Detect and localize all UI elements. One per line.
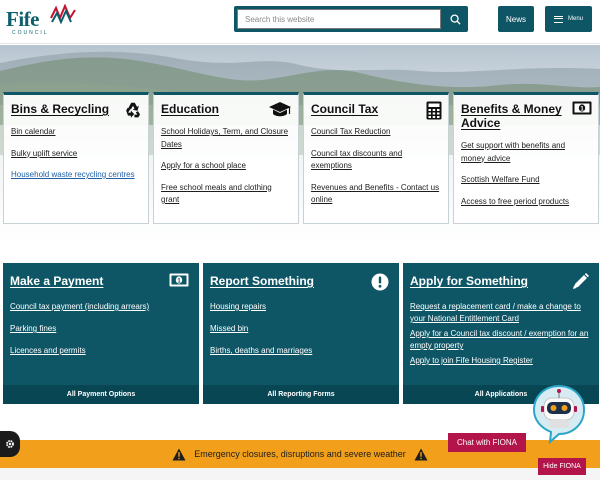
card-benefits-money-advice: Benefits & Money Advice 1 Get support wi… [453, 92, 599, 224]
banknote-icon: 1 [169, 273, 189, 287]
panel-link[interactable]: Request a replacement card / make a chan… [410, 301, 594, 325]
logo-subtext: COUNCIL [12, 30, 49, 36]
logo-text: Fife [6, 7, 39, 31]
panel-make-a-payment: Make a Payment 1 Council tax payment (in… [3, 263, 199, 404]
panel-apply-for-something: Apply for Something Request a replacemen… [403, 263, 599, 404]
card-link[interactable]: Revenues and Benefits - Contact us onlin… [311, 182, 441, 207]
panel-title[interactable]: Make a Payment [10, 274, 103, 288]
card-link[interactable]: School Holidays, Term, and Closure Dates [161, 126, 291, 151]
cookie-settings-button[interactable] [0, 431, 20, 457]
banknote-icon: 1 [572, 101, 592, 115]
card-education: Education School Holidays, Term, and Clo… [153, 92, 299, 224]
search-input[interactable] [237, 9, 441, 29]
logo-mark-icon [50, 4, 76, 25]
site-header: Fife COUNCIL News Menu [0, 0, 600, 44]
search-icon [450, 13, 461, 25]
panel-title[interactable]: Apply for Something [410, 274, 528, 288]
search-bar [234, 6, 468, 32]
hamburger-icon [553, 15, 563, 23]
card-link[interactable]: Bulky uplift service [11, 148, 141, 161]
alert-text: Emergency closures, disruptions and seve… [194, 449, 406, 459]
gear-icon [6, 440, 14, 448]
panel-report-something: Report Something Housing repairs Missed … [203, 263, 399, 404]
calculator-icon [426, 101, 442, 120]
card-bins-recycling: Bins & Recycling Bin calendar Bulky upli… [3, 92, 149, 224]
card-title[interactable]: Benefits & Money Advice [461, 102, 571, 130]
card-title[interactable]: Council Tax [311, 102, 421, 116]
card-link[interactable]: Council Tax Reduction [311, 126, 441, 139]
card-title[interactable]: Bins & Recycling [11, 102, 121, 116]
card-link[interactable]: Bin calendar [11, 126, 141, 139]
news-button[interactable]: News [498, 6, 534, 32]
card-link[interactable]: Scottish Welfare Fund [461, 174, 591, 187]
card-council-tax: Council Tax Council Tax Reduction Counci… [303, 92, 449, 224]
menu-button[interactable]: Menu [545, 6, 592, 32]
card-link[interactable]: Apply for a school place [161, 160, 291, 173]
card-title[interactable]: Education [161, 102, 271, 116]
exclamation-icon [371, 273, 389, 291]
chat-with-fiona-button[interactable]: Chat with FIONA [448, 433, 526, 452]
recycle-icon [126, 102, 141, 118]
panel-link[interactable]: Council tax payment (including arrears) [10, 301, 194, 313]
warning-icon [172, 448, 186, 460]
fife-council-logo[interactable]: Fife COUNCIL [6, 4, 76, 38]
card-link[interactable]: Get support with benefits and money advi… [461, 140, 591, 165]
panel-link[interactable]: Births, deaths and marriages [210, 345, 394, 357]
panel-link[interactable]: Apply for a Council tax discount / exemp… [410, 328, 594, 352]
graduation-cap-icon [269, 102, 291, 117]
panel-link[interactable]: Parking fines [10, 323, 194, 335]
hide-fiona-button[interactable]: Hide FIONA [538, 458, 586, 475]
card-link[interactable]: Council tax discounts and exemptions [311, 148, 441, 173]
footer-strip [0, 468, 600, 480]
search-button[interactable] [443, 6, 468, 32]
all-payment-options-link[interactable]: All Payment Options [3, 385, 199, 404]
all-reporting-forms-link[interactable]: All Reporting Forms [203, 385, 399, 404]
robot-avatar-icon [532, 384, 586, 445]
warning-icon [414, 448, 428, 460]
panel-link[interactable]: Licences and permits [10, 345, 194, 357]
panel-link[interactable]: Missed bin [210, 323, 394, 335]
card-link[interactable]: Household waste recycling centres [11, 169, 141, 182]
panel-link[interactable]: Apply to join Fife Housing Register [410, 355, 594, 367]
menu-label: Menu [567, 16, 583, 22]
panel-title[interactable]: Report Something [210, 274, 314, 288]
card-link[interactable]: Free school meals and clothing grant [161, 182, 291, 207]
panel-link[interactable]: Housing repairs [210, 301, 394, 313]
card-link[interactable]: Access to free period products [461, 196, 591, 209]
pencil-icon [573, 273, 589, 289]
fiona-avatar[interactable] [532, 384, 586, 445]
